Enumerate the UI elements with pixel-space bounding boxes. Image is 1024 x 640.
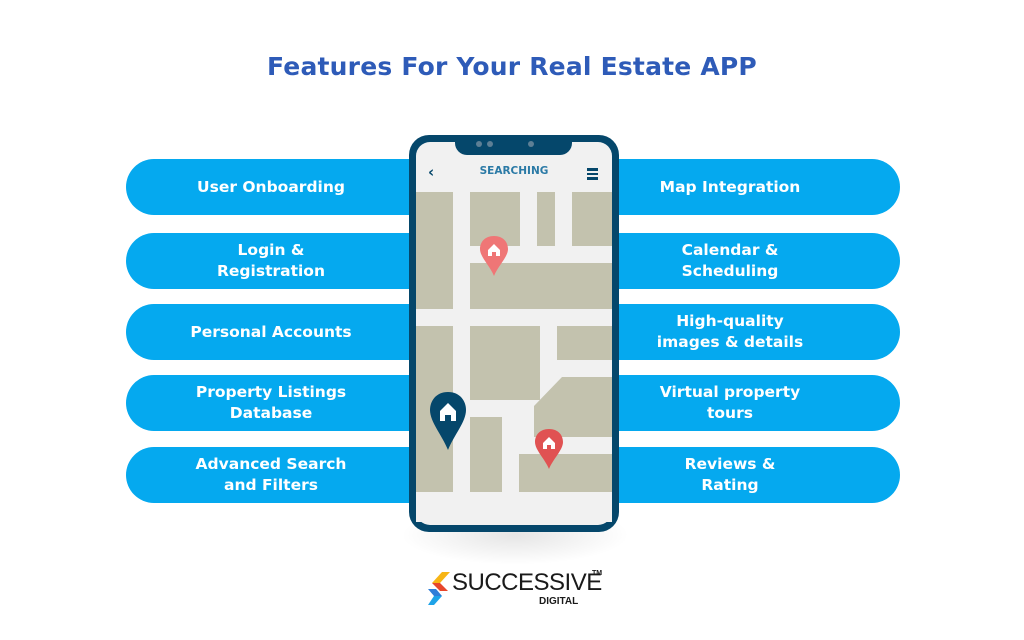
screen-title: SEARCHING [479, 165, 549, 177]
feature-label: User Onboarding [197, 177, 345, 196]
feature-reviews-rating: Reviews & Rating [590, 447, 900, 503]
feature-advanced-search: Advanced Search and Filters [126, 447, 436, 503]
feature-label: High-quality images & details [656, 312, 804, 351]
phone-notch [455, 135, 572, 155]
map-block [572, 192, 612, 246]
map-block [537, 192, 555, 246]
map-block [416, 192, 453, 309]
feature-virtual-tours: Virtual property tours [590, 375, 900, 431]
screen-footer [416, 492, 612, 522]
feature-label: Virtual property tours [659, 383, 801, 422]
feature-map-integration: Map Integration [590, 159, 900, 215]
feature-label: Login & Registration [216, 241, 325, 280]
map-block [470, 326, 540, 400]
brand-sub: DIGITAL [539, 596, 579, 607]
successive-logo-icon [428, 572, 450, 605]
hamburger-menu-icon[interactable] [587, 168, 598, 182]
brand-trademark: TM [592, 570, 603, 577]
camera-dot [476, 141, 482, 147]
feature-user-onboarding: User Onboarding [126, 159, 436, 215]
feature-high-quality-images: High-quality images & details [590, 304, 900, 360]
feature-label: Reviews & Rating [684, 455, 776, 494]
map-block [519, 454, 612, 492]
feature-property-listings: Property Listings Database [126, 375, 436, 431]
feature-personal-accounts: Personal Accounts [126, 304, 436, 360]
map-block [470, 417, 502, 492]
brand-name: SUCCESSIVE [452, 569, 602, 596]
map-block [557, 326, 612, 360]
camera-dot [528, 141, 534, 147]
page-title: Features For Your Real Estate APP [267, 52, 757, 81]
feature-calendar-scheduling: Calendar & Scheduling [590, 233, 900, 289]
camera-dot [487, 141, 493, 147]
feature-label: Property Listings Database [195, 383, 347, 422]
feature-label: Calendar & Scheduling [681, 241, 779, 280]
feature-label: Personal Accounts [190, 322, 352, 341]
map-view[interactable] [416, 192, 612, 492]
feature-label: Advanced Search and Filters [195, 455, 347, 494]
feature-login-registration: Login & Registration [126, 233, 436, 289]
feature-label: Map Integration [659, 177, 801, 196]
